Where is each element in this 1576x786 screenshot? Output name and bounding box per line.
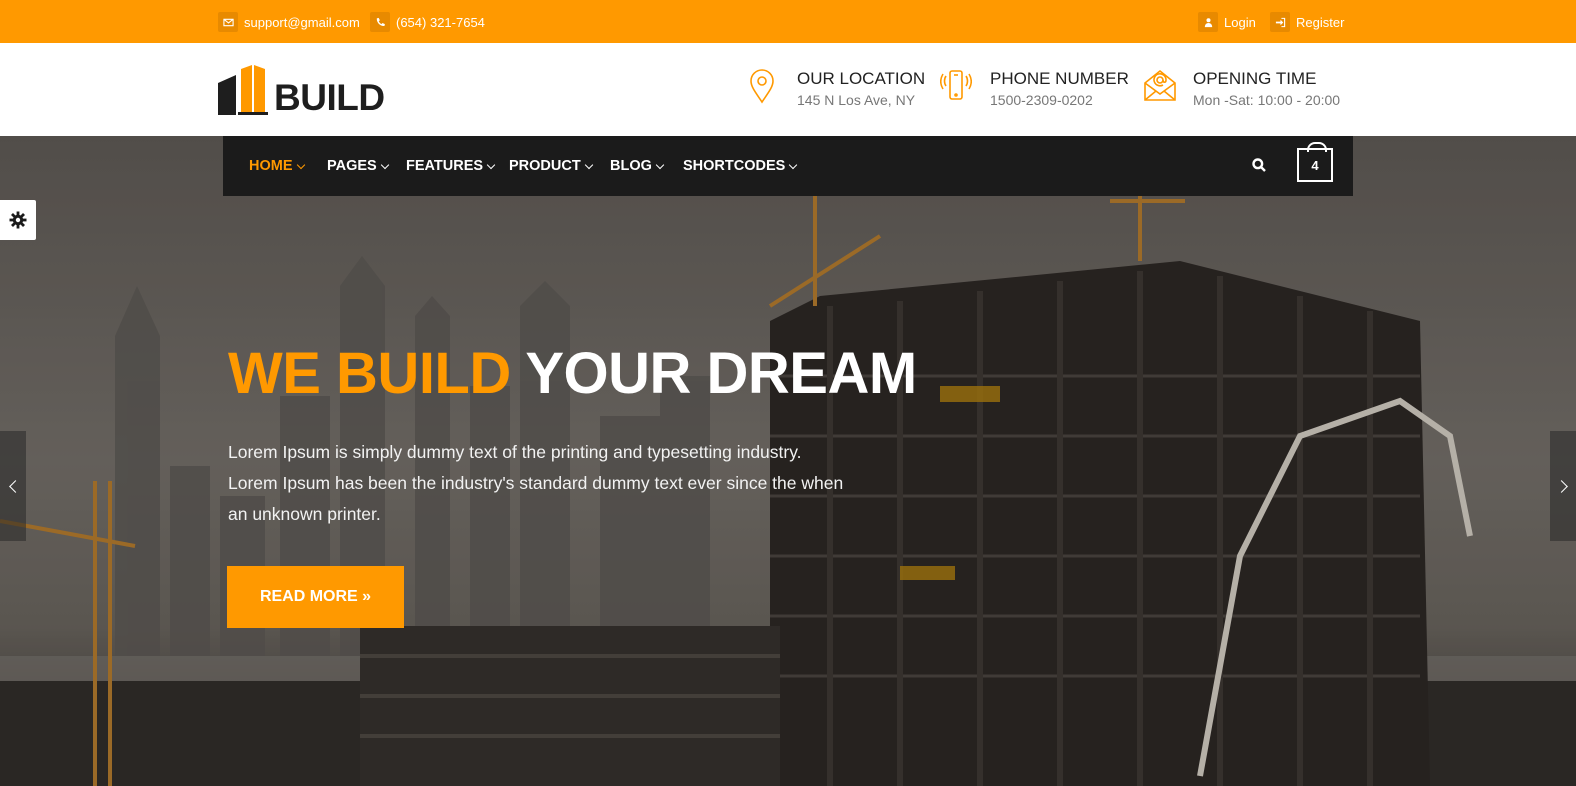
hero-title: WE BUILD YOUR DREAM — [228, 340, 917, 407]
register-label: Register — [1296, 14, 1345, 30]
nav-shortcodes[interactable]: SHORTCODES — [683, 158, 798, 174]
cart-count: 4 — [1311, 157, 1319, 173]
topbar-phone[interactable]: (654) 321-7654 — [370, 11, 485, 33]
main-nav: HOME PAGES FEATURES PRODUCT BLOG SHORTCO… — [223, 136, 1353, 196]
hero-description: Lorem Ipsum is simply dummy text of the … — [228, 437, 888, 530]
read-more-label: READ MORE » — [259, 588, 372, 605]
building-logo-icon — [218, 65, 268, 115]
phone-value: 1500-2309-0202 — [990, 92, 1093, 108]
hero-line-1: Lorem Ipsum is simply dummy text of the … — [228, 442, 802, 462]
map-pin-icon — [748, 67, 776, 105]
nav-features[interactable]: FEATURES — [406, 158, 496, 174]
topbar-email-text: support@gmail.com — [244, 14, 360, 30]
nav-blog[interactable]: BLOG — [610, 158, 665, 174]
envelope-icon — [218, 12, 238, 32]
top-bar: support@gmail.com (654) 321-7654 Login R… — [0, 0, 1576, 43]
hero-title-rest: YOUR DREAM — [525, 341, 917, 406]
chevron-right-icon — [1554, 479, 1568, 493]
nav-product[interactable]: PRODUCT — [509, 158, 593, 174]
nav-home-label: HOME — [249, 158, 293, 174]
login-label: Login — [1224, 14, 1256, 30]
chevron-down-icon — [380, 160, 389, 169]
slider-prev-button[interactable] — [0, 431, 26, 541]
user-icon — [1198, 12, 1218, 32]
opening-title: OPENING TIME — [1193, 69, 1317, 88]
site-logo[interactable]: BUILD — [218, 65, 393, 118]
nav-pages[interactable]: PAGES — [327, 158, 389, 174]
chevron-down-icon — [789, 160, 798, 169]
slider-next-button[interactable] — [1550, 431, 1576, 541]
phone-icon — [370, 12, 390, 32]
envelope-icon — [1143, 67, 1177, 105]
gear-icon — [9, 211, 27, 229]
opening-value: Mon -Sat: 10:00 - 20:00 — [1193, 92, 1341, 108]
read-more-button[interactable]: READ MORE » — [227, 566, 404, 628]
phone-title: PHONE NUMBER — [990, 69, 1129, 88]
chevron-down-icon — [655, 160, 665, 169]
topbar-phone-text: (654) 321-7654 — [396, 14, 485, 30]
sign-in-icon — [1270, 12, 1290, 32]
nav-shortcodes-label: SHORTCODES — [683, 158, 786, 174]
chevron-left-icon — [8, 479, 22, 493]
login-link[interactable]: Login — [1198, 11, 1256, 33]
logo-text: BUILD — [274, 77, 385, 118]
location-title: OUR LOCATION — [797, 69, 926, 88]
settings-gear-button[interactable] — [0, 200, 36, 240]
site-header: BUILD OUR LOCATION 145 N Los Ave, NY PHO… — [0, 43, 1576, 136]
cart-button[interactable]: 4 — [1297, 142, 1333, 182]
chevron-down-icon — [486, 160, 496, 169]
nav-home[interactable]: HOME — [249, 158, 305, 174]
register-link[interactable]: Register — [1270, 11, 1344, 33]
nav-features-label: FEATURES — [406, 158, 484, 174]
chevron-down-icon — [296, 160, 305, 169]
hero-line-2: Lorem Ipsum has been the industry's stan… — [228, 473, 844, 493]
location-value: 145 N Los Ave, NY — [797, 92, 916, 108]
search-icon[interactable] — [1252, 158, 1268, 174]
chevron-down-icon — [584, 160, 593, 169]
hero-title-highlight: WE BUILD — [228, 341, 511, 406]
mobile-phone-icon — [939, 67, 973, 105]
topbar-email[interactable]: support@gmail.com — [218, 11, 360, 33]
nav-blog-label: BLOG — [610, 158, 652, 174]
hero-line-3: an unknown printer. — [228, 504, 381, 524]
nav-pages-label: PAGES — [327, 158, 377, 174]
nav-product-label: PRODUCT — [509, 158, 581, 174]
